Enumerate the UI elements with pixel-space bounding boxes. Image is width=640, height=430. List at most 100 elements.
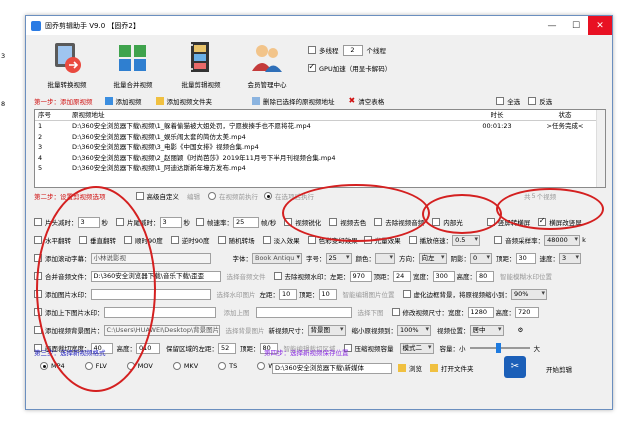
batch-merge-tool[interactable]: 批量合并视频 [98, 39, 168, 89]
speed-select[interactable]: 0.5 [452, 234, 481, 246]
compress-mode-select[interactable]: 模式二 [399, 342, 434, 354]
capacity-slider[interactable] [469, 343, 530, 353]
left-input[interactable]: 970 [349, 270, 372, 282]
advanced-checkbox[interactable] [135, 192, 144, 200]
horiz-to-vert-checkbox[interactable] [538, 216, 547, 226]
scale-select[interactable]: 100% [397, 324, 431, 336]
table-row[interactable]: 3 D:\360安全浏览器下载\视频\3_电影《中国女排》视频合集.mp4 [35, 142, 605, 153]
add-video-button[interactable]: 添加视频 [104, 96, 142, 106]
scroll-speed-select[interactable]: 3 [559, 252, 581, 264]
framerate-checkbox[interactable] [196, 218, 204, 226]
head-trim-checkbox[interactable] [34, 218, 42, 226]
batch-edit-tool[interactable]: 批量剪辑视频 [166, 39, 236, 89]
choose-bg-button[interactable]: 选择背景图片 [226, 325, 265, 335]
smart-watermark-button[interactable]: 智能编辑图片位置 [343, 289, 395, 299]
add-bottom-image-button[interactable]: 选择下图 [358, 307, 384, 317]
format-mp4[interactable]: MP4 [40, 362, 65, 370]
sharpen-checkbox[interactable] [284, 218, 293, 226]
light-checkbox[interactable] [363, 236, 372, 244]
format-flv[interactable]: FLV [84, 362, 107, 370]
invert-button[interactable]: 反选 [528, 96, 552, 106]
headtail-checkbox[interactable] [34, 308, 42, 316]
gpu-checkbox[interactable] [308, 62, 316, 72]
sample-rate-select[interactable]: 48000 [544, 234, 581, 246]
font-select[interactable]: Book Antiqu [252, 252, 302, 264]
headtail-input[interactable] [103, 306, 216, 318]
format-mov[interactable]: MOV [126, 362, 153, 370]
subtitle-input[interactable]: 小林说影视 [90, 252, 211, 264]
table-row[interactable]: 2 D:\360安全浏览器下载\视频\1_娱乐闹太套的简仿太美.mp4 [35, 132, 605, 143]
img-top-input[interactable]: 10 [318, 288, 337, 300]
threads-input[interactable]: 2 [342, 44, 363, 56]
size-select[interactable]: 25 [325, 252, 352, 264]
remove-watermark-checkbox[interactable] [273, 272, 282, 280]
decolor-checkbox[interactable] [329, 218, 338, 226]
close-button[interactable]: ✕ [588, 16, 612, 35]
format-mkv[interactable]: MKV [172, 362, 198, 370]
output-path-input[interactable]: D:\360安全浏览器下载\新媒体 [272, 362, 392, 374]
smart-blur-button[interactable]: 智能模糊水印位置 [500, 271, 552, 281]
top-input[interactable]: 24 [393, 270, 411, 282]
height-input[interactable]: 80 [476, 270, 494, 282]
keep-left-input[interactable]: 52 [218, 342, 236, 354]
margin-top-input[interactable]: 30 [515, 252, 536, 264]
table-row[interactable]: 1 D:\360安全浏览器下载\视频\1_躲着偷猫被大姐处罚，宁愿挨揍手也不愿将… [35, 121, 605, 132]
color-select[interactable] [375, 252, 395, 264]
table-scrollbar[interactable] [596, 110, 605, 187]
fade-checkbox[interactable] [262, 236, 271, 244]
browse-button[interactable]: 浏览 [398, 363, 422, 373]
resize-height-input[interactable]: 720 [515, 306, 539, 318]
tail-trim-input[interactable]: 3 [159, 216, 182, 228]
speed-checkbox[interactable] [408, 236, 417, 244]
virtual-bg-checkbox[interactable] [402, 290, 411, 298]
vflip-checkbox[interactable] [79, 236, 87, 244]
batch-convert-tool[interactable]: 批量转换视频 [32, 39, 102, 89]
crop-height-input[interactable]: 010 [136, 342, 160, 354]
settings-icon[interactable]: ⚙ [518, 326, 524, 334]
table-row[interactable]: 5 D:\360安全浏览器下载\视频\1_阿迪达斯新年壕方发布.mp4 [35, 163, 605, 174]
edit-button[interactable]: 编辑 [187, 191, 200, 201]
col-duration[interactable]: 时长 [457, 110, 537, 120]
delete-selected-button[interactable]: 删除已选择的原视频地址 [252, 96, 335, 106]
rand-trans-checkbox[interactable] [217, 236, 226, 244]
virtual-bg-select[interactable]: 90% [511, 288, 547, 300]
choose-image-button[interactable]: 选择水印图片 [217, 289, 256, 299]
hflip-checkbox[interactable] [34, 236, 42, 244]
image-watermark-input[interactable] [90, 288, 211, 300]
rot-ccw-checkbox[interactable] [170, 236, 179, 244]
merge-music-checkbox[interactable] [34, 272, 42, 280]
resize-checkbox[interactable] [391, 308, 400, 316]
head-trim-input[interactable]: 3 [77, 216, 100, 228]
remove-audio-checkbox[interactable] [374, 218, 383, 226]
position-select[interactable]: 居中 [469, 324, 504, 336]
direction-select[interactable]: 向左 [418, 252, 447, 264]
subtitle-checkbox[interactable] [34, 254, 42, 262]
top-image-input[interactable] [255, 306, 352, 318]
new-size-select[interactable]: 背景图 [307, 324, 346, 336]
start-edit-button[interactable]: 开始剪辑 [546, 364, 572, 374]
choose-audio-button[interactable]: 选择音频文件 [227, 271, 266, 281]
color-shift-checkbox[interactable] [307, 236, 316, 244]
bg-image-checkbox[interactable] [34, 326, 42, 334]
resize-width-input[interactable]: 1280 [467, 306, 494, 318]
select-all-button[interactable]: 全选 [496, 96, 520, 106]
after-video-radio[interactable] [264, 192, 272, 200]
inner-audio-checkbox[interactable] [432, 218, 441, 226]
minimize-button[interactable]: — [540, 16, 564, 35]
clear-table-button[interactable]: ✖ 清空表格 [349, 96, 385, 106]
vertical-blur-checkbox[interactable] [486, 218, 495, 226]
before-video-radio[interactable] [208, 192, 216, 200]
multithread-checkbox[interactable] [308, 46, 316, 54]
col-path[interactable]: 原视频地址 [69, 110, 457, 120]
scissors-icon[interactable]: ✂ [504, 356, 526, 378]
col-status[interactable]: 状态 [537, 110, 593, 120]
table-row[interactable]: 4 D:\360安全浏览器下载\视频\2_赵丽颖《时尚芭莎》2019年11月号下… [35, 153, 605, 164]
open-folder-button[interactable]: 打开文件夹 [430, 363, 474, 373]
add-folder-button[interactable]: 添加视频文件夹 [155, 96, 212, 106]
format-ts[interactable]: TS [218, 362, 237, 370]
width-input[interactable]: 300 [432, 270, 455, 282]
rot90-checkbox[interactable] [124, 236, 132, 244]
member-center-tool[interactable]: 会员管理中心 [232, 39, 302, 89]
tail-trim-checkbox[interactable] [116, 218, 124, 226]
shadow-select[interactable]: 0 [470, 252, 492, 264]
